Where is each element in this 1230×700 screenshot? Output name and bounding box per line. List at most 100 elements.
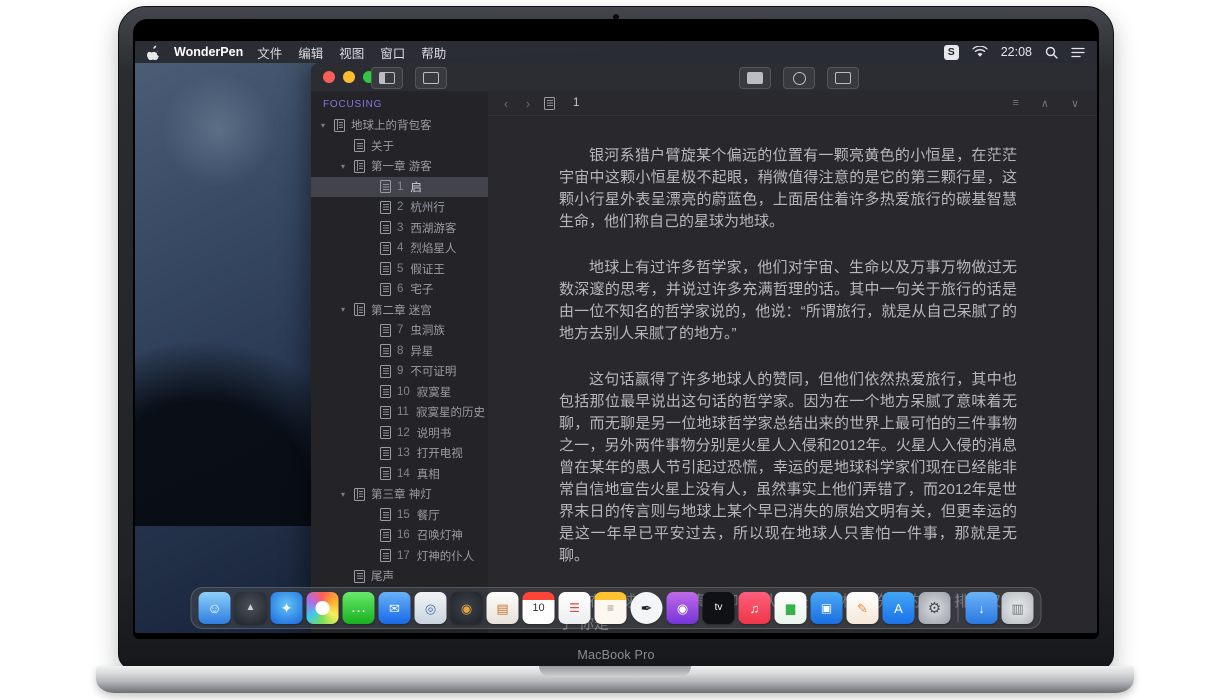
doc-icon (354, 139, 365, 152)
dock-trash[interactable]: ▥ (1002, 592, 1034, 624)
minimize-button[interactable] (343, 71, 355, 83)
back-chevron-icon[interactable]: ‹ (500, 96, 512, 111)
dock-system-preferences[interactable]: ⚙ (919, 592, 951, 624)
tree-row[interactable]: 17灯神的仆人 (311, 546, 488, 567)
dock-preview[interactable]: ◎ (415, 592, 447, 624)
menubar-clock[interactable]: 22:08 (1001, 45, 1032, 59)
item-label: 关于 (371, 138, 394, 154)
dock-messages[interactable]: … (343, 592, 375, 624)
dock-music[interactable]: ♫ (739, 592, 771, 624)
tree-row[interactable]: 12说明书 (311, 423, 488, 444)
dock-keynote[interactable]: ▣ (811, 592, 843, 624)
disclosure-triangle-icon[interactable]: ▾ (321, 121, 334, 130)
pages-icon: ✎ (857, 602, 868, 615)
launchpad-icon: ▲ (246, 603, 256, 613)
base-notch (539, 666, 691, 677)
tree-row[interactable]: 4烈焰星人 (311, 238, 488, 259)
forward-chevron-icon[interactable]: › (522, 96, 534, 111)
disclosure-triangle-icon[interactable]: ▾ (341, 305, 354, 314)
outline-list-icon[interactable]: ≡ (1012, 97, 1018, 109)
menubar-menu-file[interactable]: 文件 (257, 43, 282, 62)
tree-row[interactable]: ▾第三章 神灯 (311, 484, 488, 505)
item-label: 虫洞族 (410, 322, 445, 338)
tree-row[interactable]: 14真相 (311, 464, 488, 485)
dock-finder[interactable]: ☺ (199, 592, 231, 624)
active-app-name[interactable]: WonderPen (174, 45, 243, 59)
dock-photos[interactable] (307, 592, 339, 624)
tree-row[interactable]: 16召唤灯神 (311, 525, 488, 546)
preview-panel-button[interactable] (739, 67, 771, 89)
tree-row[interactable]: 3西湖游客 (311, 218, 488, 239)
dock-calendar[interactable]: 10 (523, 592, 555, 624)
doc-icon (380, 549, 391, 562)
item-label: 启 (410, 179, 422, 195)
tree-row[interactable]: 8异星 (311, 341, 488, 362)
focus-mode-icon (793, 72, 806, 85)
menubar-menu-view[interactable]: 视图 (339, 43, 364, 62)
tree-row[interactable]: 7虫洞族 (311, 320, 488, 341)
safari-icon: ✦ (281, 601, 293, 615)
paragraph: 银河系猎户臂旋某个偏远的位置有一颗亮黄色的小恒星，在茫茫宇宙中这颗小恒星极不起眼… (559, 145, 1017, 233)
wifi-icon[interactable] (972, 46, 988, 58)
tree-row[interactable]: 1启 (311, 177, 488, 198)
menubar-menu-window[interactable]: 窗口 (380, 43, 405, 62)
preview-panel-icon (747, 72, 763, 84)
dock-podcasts[interactable]: ◉ (667, 592, 699, 624)
music-icon: ♫ (750, 602, 760, 615)
tree-row[interactable]: 9不可证明 (311, 361, 488, 382)
tree-row[interactable]: 10寂寞星 (311, 382, 488, 403)
item-label: 宅子 (410, 281, 433, 297)
scroll-down-icon[interactable]: ∨ (1071, 97, 1079, 110)
dock-numbers[interactable]: ▆ (775, 592, 807, 624)
dock-mail[interactable]: ✉ (379, 592, 411, 624)
item-label: 真相 (417, 466, 440, 482)
tree-row[interactable]: ▾地球上的背包客 (311, 115, 488, 136)
focus-mode-button[interactable] (783, 67, 815, 89)
tree-row[interactable]: 5假证王 (311, 259, 488, 280)
doc-icon (380, 262, 391, 275)
calendar-icon: 10 (532, 603, 544, 614)
dock-photo-booth[interactable]: ◉ (451, 592, 483, 624)
disclosure-triangle-icon[interactable]: ▾ (341, 490, 354, 499)
dock-wonderpen[interactable]: ✒ (631, 592, 663, 624)
toggle-outline-button[interactable] (415, 67, 447, 89)
editor-content[interactable]: 银河系猎户臂旋某个偏远的位置有一颗亮黄色的小恒星，在茫茫宇宙中这颗小恒星极不起眼… (488, 115, 1097, 633)
dock-books[interactable]: ▤ (487, 592, 519, 624)
dock-downloads[interactable]: ↓ (966, 592, 998, 624)
input-source-icon[interactable]: S (944, 45, 959, 60)
dock-separator (958, 594, 959, 622)
dock-safari[interactable]: ✦ (271, 592, 303, 624)
doc-icon (380, 426, 391, 439)
dock-notes[interactable]: ≡ (595, 592, 627, 624)
tree-row[interactable]: 6 宅子 (311, 279, 488, 300)
toggle-sidebar-button[interactable] (371, 67, 403, 89)
scroll-up-icon[interactable]: ∧ (1041, 97, 1049, 110)
tree-row[interactable]: 关于 (311, 136, 488, 157)
fullscreen-mode-button[interactable] (827, 67, 859, 89)
keynote-icon: ▣ (821, 602, 832, 614)
dock-pages[interactable]: ✎ (847, 592, 879, 624)
tree-row[interactable]: 尾声 (311, 566, 488, 587)
tree-row[interactable]: 13打开电视 (311, 443, 488, 464)
dock-reminders[interactable]: ☰ (559, 592, 591, 624)
system-preferences-icon: ⚙ (928, 601, 941, 616)
tree-row[interactable]: 15餐厅 (311, 505, 488, 526)
tree-row[interactable]: ▾第一章 游客 (311, 156, 488, 177)
menubar-menu-help[interactable]: 帮助 (421, 43, 446, 62)
spotlight-search-icon[interactable] (1045, 46, 1058, 59)
close-button[interactable] (323, 71, 335, 83)
apple-menu[interactable] (147, 45, 160, 60)
dock-launchpad[interactable]: ▲ (235, 592, 267, 624)
menu-list-icon[interactable] (1071, 47, 1085, 58)
dock-appstore[interactable]: A (883, 592, 915, 624)
book-icon (354, 303, 365, 316)
tree-row[interactable]: 2杭州行 (311, 197, 488, 218)
dock-appletv[interactable]: tv (703, 592, 735, 624)
item-number: 6 (397, 283, 403, 295)
menubar-menu-edit[interactable]: 编辑 (298, 43, 323, 62)
item-number: 1 (397, 181, 403, 193)
tree-row[interactable]: 11寂寞星的历史 (311, 402, 488, 423)
tree-row[interactable]: ▾第二章 迷宫 (311, 300, 488, 321)
item-label: 寂寞星的历史 (416, 404, 485, 420)
disclosure-triangle-icon[interactable]: ▾ (341, 162, 354, 171)
